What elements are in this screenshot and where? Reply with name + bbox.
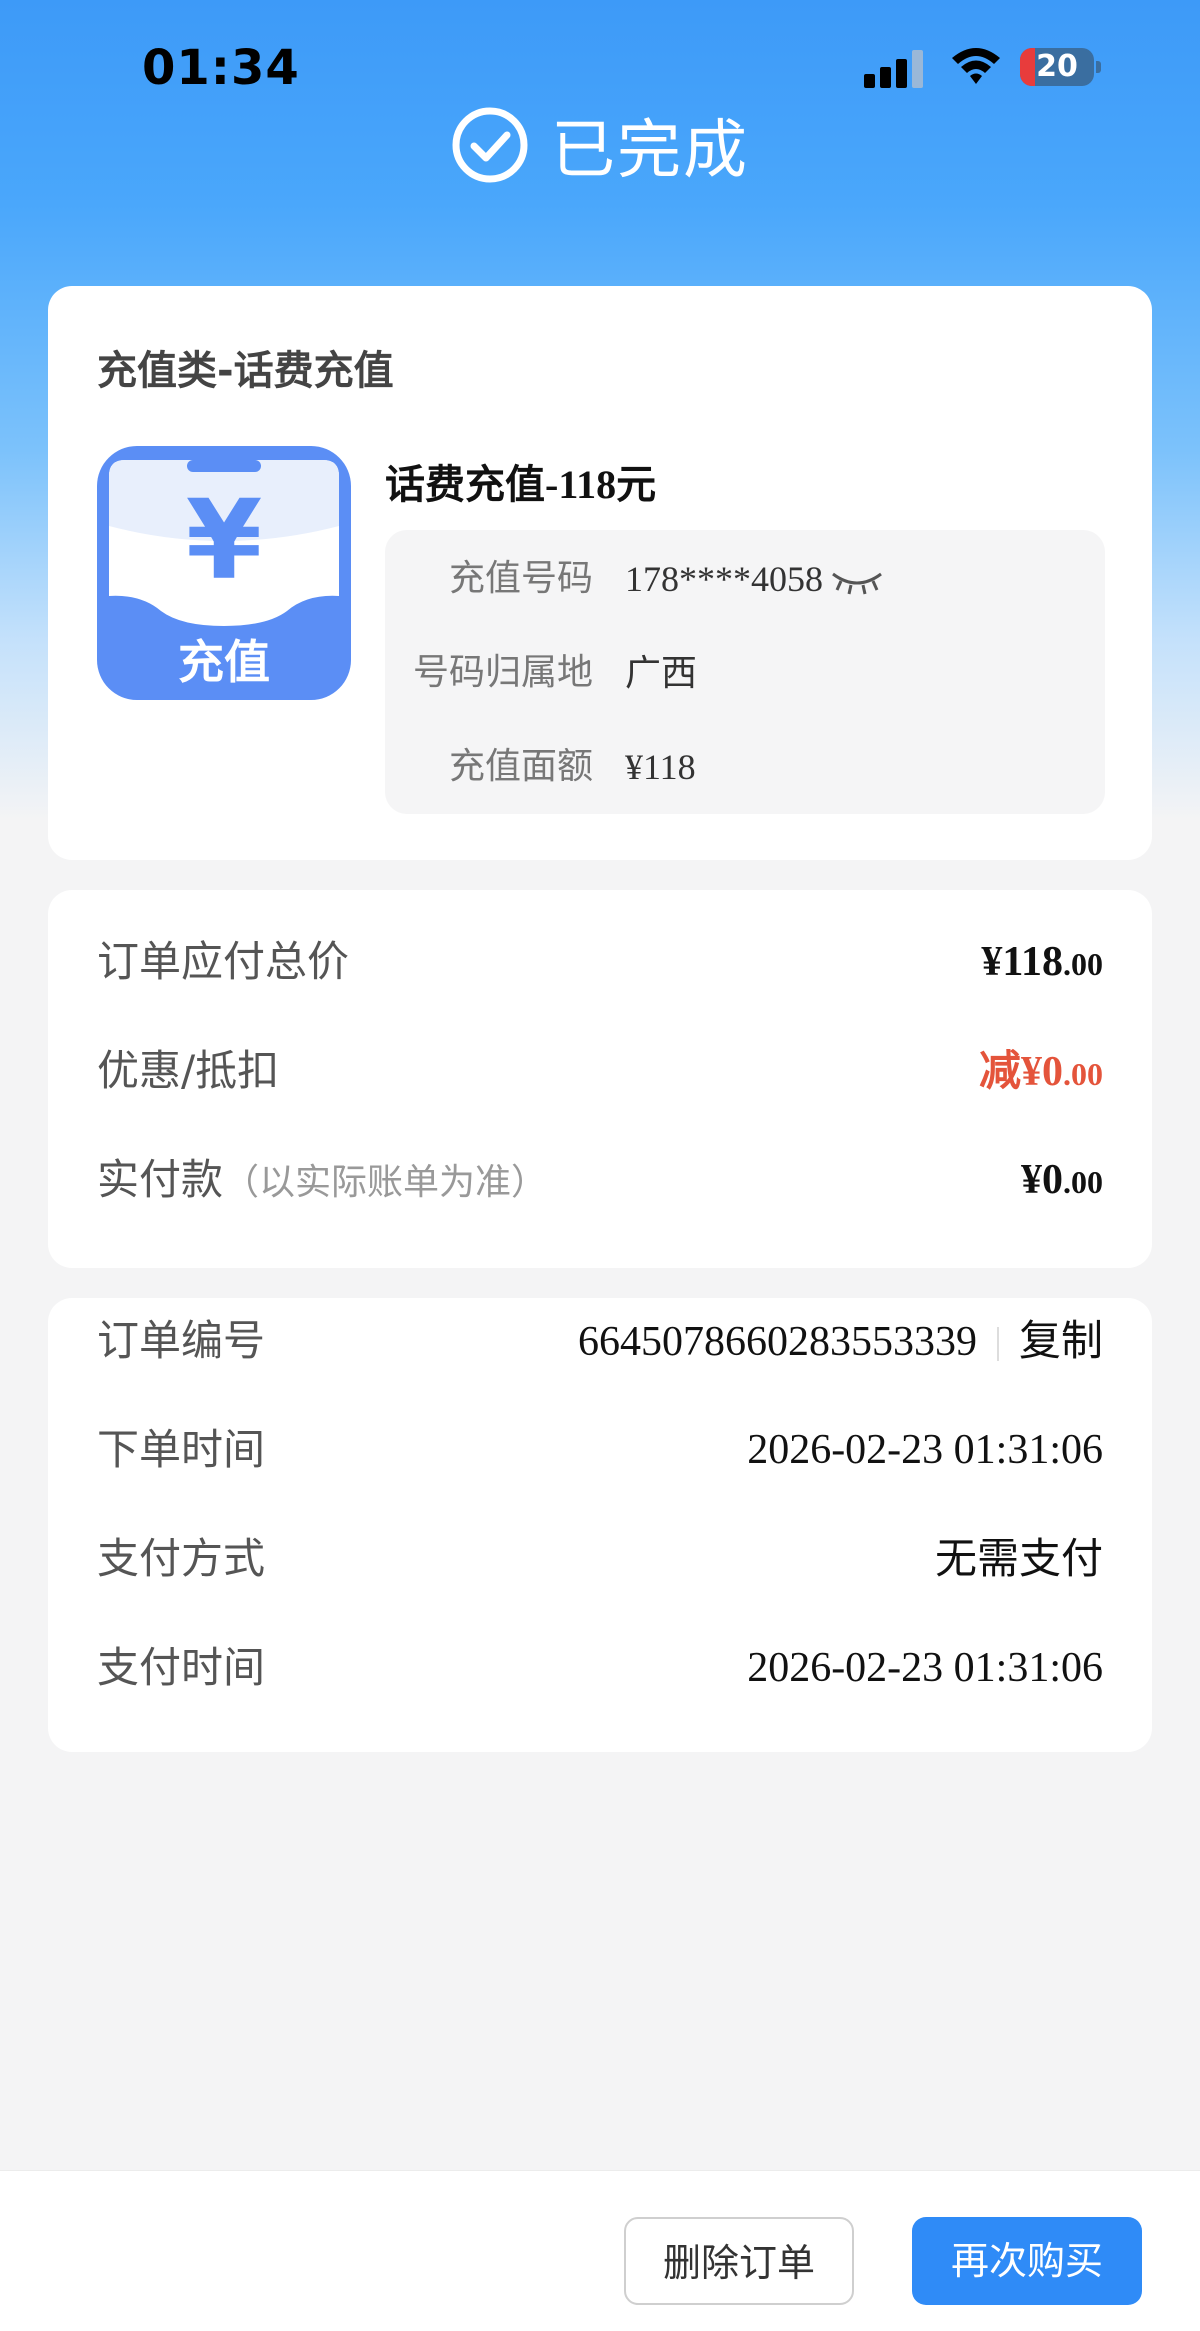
order-number: 6645078660283553339 xyxy=(577,1319,977,1365)
eye-closed-icon[interactable] xyxy=(831,568,883,598)
bottom-action-bar: 删除订单 再次购买 xyxy=(0,2170,1200,2331)
order-number-label: 订单编号 xyxy=(97,1316,266,1365)
region-value: 广西 xyxy=(625,653,698,693)
phone-number-value: 178****4058 xyxy=(625,549,883,609)
order-status-header: 已完成 xyxy=(0,102,1200,188)
total-price-value: ¥118.00 xyxy=(981,939,1103,985)
product-details-box: 充值号码 178****4058 号码归属地 广西 充值面额 ¥118 xyxy=(385,530,1105,814)
total-price-label: 订单应付总价 xyxy=(97,937,350,986)
battery-indicator: 20 xyxy=(1020,48,1101,86)
payment-method-value: 无需支付 xyxy=(934,1534,1103,1583)
detail-row-amount: 充值面额 ¥118 xyxy=(385,737,1105,797)
product-name: 话费充值-118元 xyxy=(385,462,657,507)
order-time-label: 下单时间 xyxy=(97,1425,266,1474)
divider xyxy=(996,1326,999,1361)
detail-row-region: 号码归属地 广西 xyxy=(385,643,1105,703)
product-card: 充值类-话费充值 ¥ 充值 话费充值-118元 充值号码 178****4058… xyxy=(48,286,1152,860)
detail-row-phone: 充值号码 178****4058 xyxy=(385,549,1105,609)
payment-method-label: 支付方式 xyxy=(97,1534,266,1583)
payment-time-row: 支付时间 2026-02-23 01:31:06 xyxy=(97,1633,1103,1703)
detail-label: 充值面额 xyxy=(448,746,593,787)
cellular-signal-icon xyxy=(864,48,926,88)
paid-amount-value: ¥0.00 xyxy=(1021,1157,1103,1203)
order-info-card: 订单编号 6645078660283553339 复制 下单时间 2026-02-… xyxy=(48,1298,1152,1752)
topup-product-icon: ¥ 充值 xyxy=(97,446,351,700)
paid-amount-row: 实付款（以实际账单为准） ¥0.00 xyxy=(97,1145,1103,1215)
order-time-value: 2026-02-23 01:31:06 xyxy=(747,1427,1103,1473)
price-summary-card: 订单应付总价 ¥118.00 优惠/抵扣 减¥0.00 实付款（以实际账单为准）… xyxy=(48,890,1152,1268)
order-number-value-group: 6645078660283553339 复制 xyxy=(578,1306,1103,1377)
order-number-row: 订单编号 6645078660283553339 复制 xyxy=(97,1306,1103,1376)
order-status-title: 已完成 xyxy=(551,114,749,188)
detail-label: 号码归属地 xyxy=(412,652,593,693)
topup-icon-label: 充值 xyxy=(178,635,270,689)
battery-level-text: 20 xyxy=(1036,49,1078,84)
delete-order-button[interactable]: 删除订单 xyxy=(624,2217,854,2305)
total-price-row: 订单应付总价 ¥118.00 xyxy=(97,927,1103,997)
status-time: 01:34 xyxy=(142,40,300,96)
paid-amount-label: 实付款（以实际账单为准） xyxy=(97,1155,548,1204)
discount-label: 优惠/抵扣 xyxy=(97,1046,280,1095)
discount-row: 优惠/抵扣 减¥0.00 xyxy=(97,1036,1103,1106)
payment-method-row: 支付方式 无需支付 xyxy=(97,1524,1103,1594)
check-circle-icon xyxy=(452,107,528,183)
yuan-symbol: ¥ xyxy=(186,476,263,604)
product-category: 充值类-话费充值 xyxy=(97,348,394,394)
buy-again-button[interactable]: 再次购买 xyxy=(912,2217,1142,2305)
discount-value: 减¥0.00 xyxy=(978,1046,1103,1095)
amount-value: ¥118 xyxy=(625,747,696,787)
payment-time-value: 2026-02-23 01:31:06 xyxy=(747,1645,1103,1691)
wifi-icon xyxy=(952,48,1000,84)
copy-button[interactable]: 复制 xyxy=(1019,1316,1103,1365)
order-time-row: 下单时间 2026-02-23 01:31:06 xyxy=(97,1415,1103,1485)
detail-label: 充值号码 xyxy=(448,558,593,599)
payment-time-label: 支付时间 xyxy=(97,1643,266,1692)
